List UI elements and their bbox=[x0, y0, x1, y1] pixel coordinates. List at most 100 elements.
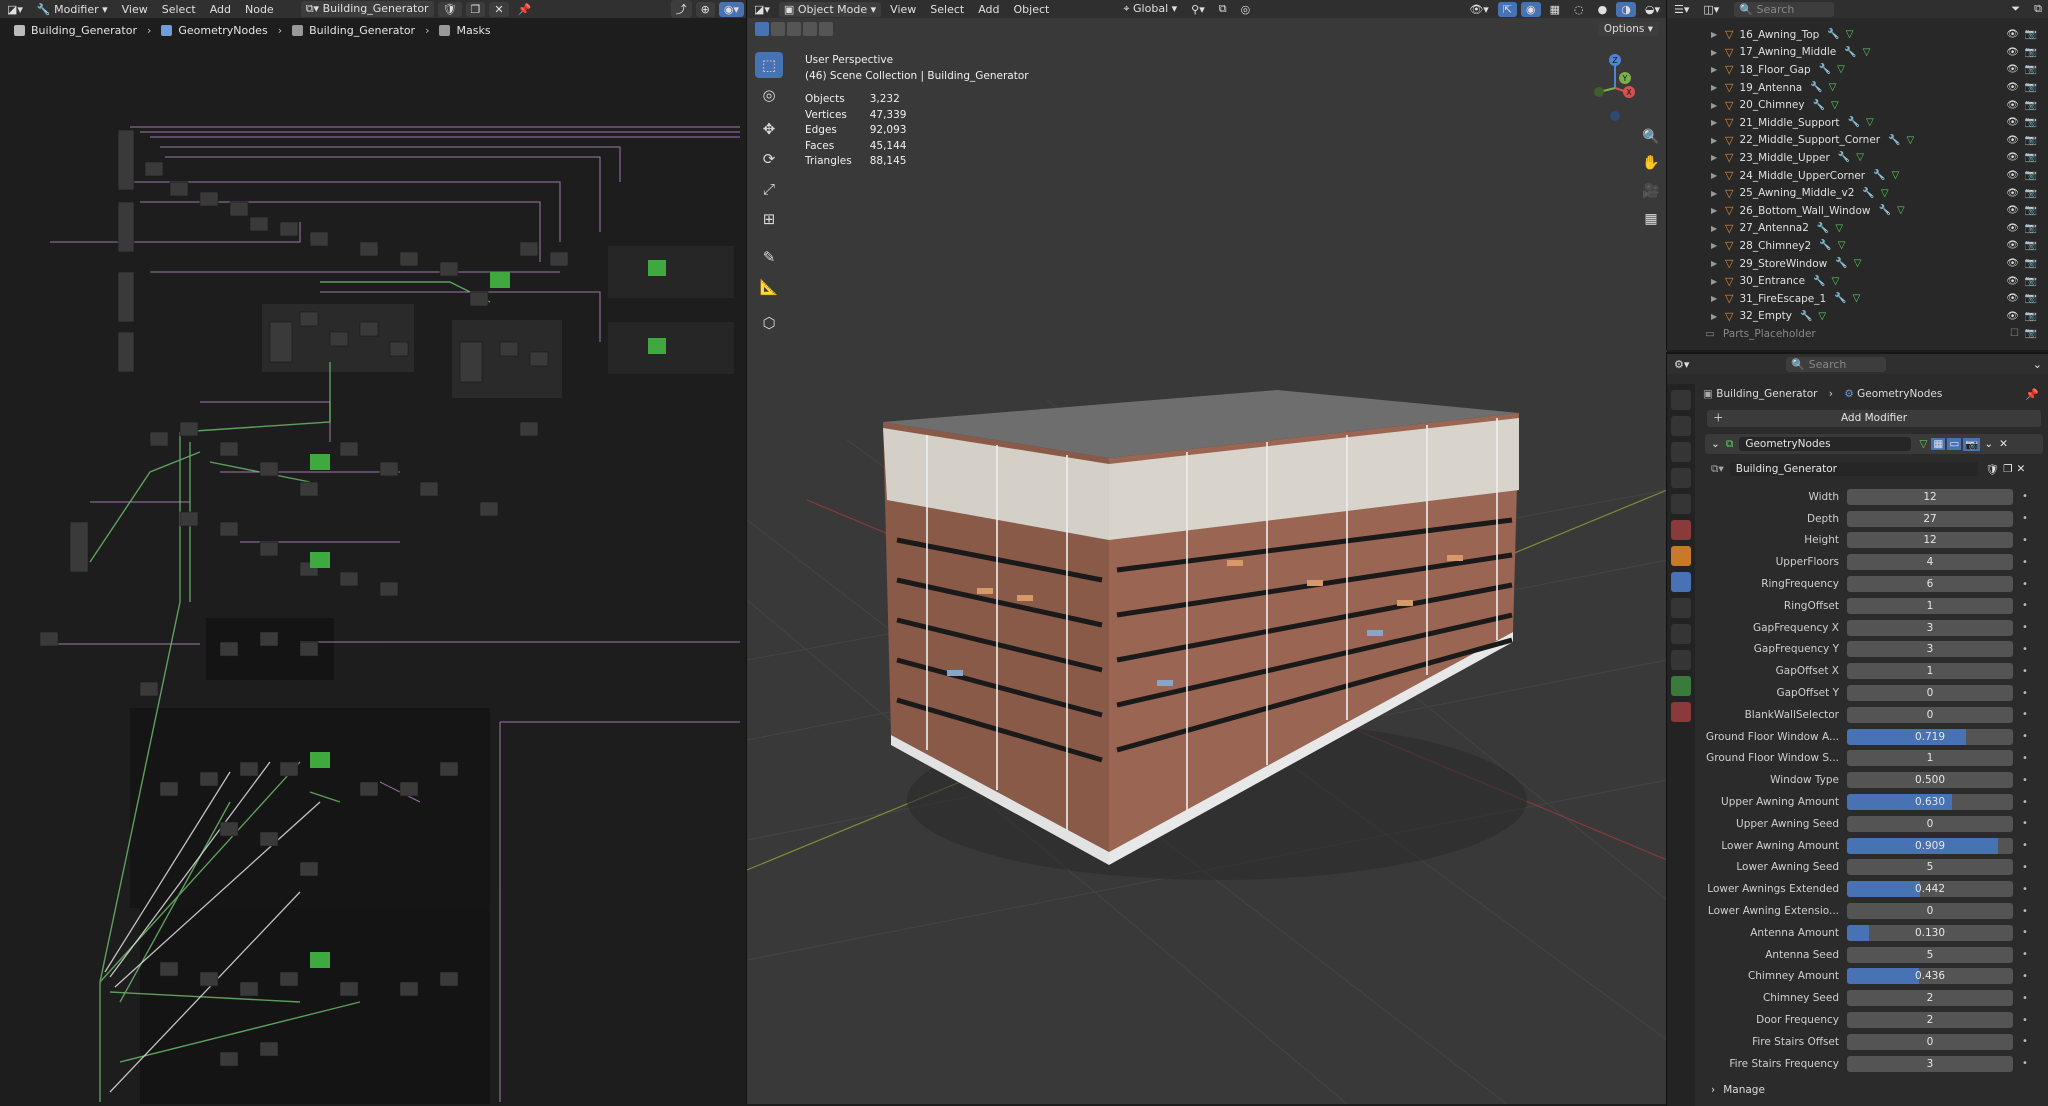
select-extend-icon[interactable] bbox=[771, 22, 785, 36]
outliner-item[interactable]: ▶ ▽ 28_Chimney2 🔧 ▽ 👁 📷 bbox=[1667, 237, 2048, 255]
pin-icon[interactable]: 📌 bbox=[511, 3, 539, 16]
outliner-item[interactable]: ▶ ▽ 29_StoreWindow 🔧 ▽ 👁 📷 bbox=[1667, 255, 2048, 273]
visibility-eye-icon[interactable]: 👁 bbox=[2006, 100, 2019, 111]
modifier-icon[interactable]: 🔧 bbox=[1873, 170, 1885, 181]
visibility-eye-icon[interactable]: 👁 bbox=[2006, 258, 2019, 269]
menu-add[interactable]: Add bbox=[203, 3, 238, 16]
property-value-field[interactable]: 27 bbox=[1847, 510, 2013, 527]
outliner-item[interactable]: ▶ ▽ 24_Middle_UpperCorner 🔧 ▽ 👁 📷 bbox=[1667, 167, 2048, 185]
tool-tab-icon[interactable] bbox=[1671, 390, 1691, 410]
keyframe-dot-icon[interactable]: • bbox=[2017, 1058, 2033, 1069]
modifier-tab-icon[interactable] bbox=[1671, 572, 1691, 592]
properties-search[interactable]: 🔍 Search bbox=[1786, 356, 1887, 372]
scene-canvas[interactable] bbox=[747, 40, 1667, 1104]
modifier-icon[interactable]: 🔧 bbox=[1848, 117, 1860, 128]
render-camera-icon[interactable]: 📷 bbox=[2025, 276, 2037, 287]
property-value-field[interactable]: 5 bbox=[1847, 859, 2013, 876]
render-camera-icon[interactable]: 📷 bbox=[2025, 170, 2037, 181]
property-value-field[interactable]: 6 bbox=[1847, 576, 2013, 593]
keyframe-dot-icon[interactable]: • bbox=[2017, 688, 2033, 699]
add-modifier-button[interactable]: ＋ Add Modifier bbox=[1707, 410, 2041, 427]
xray-toggle[interactable]: ▦ bbox=[1543, 3, 1567, 16]
node-group-selector[interactable]: ⧉▾ Building_Generator 🛡 ❐ ✕ bbox=[1711, 460, 2041, 478]
render-camera-icon[interactable]: 📷 bbox=[2025, 328, 2037, 339]
render-camera-icon[interactable]: 📷 bbox=[2025, 47, 2037, 58]
parent-node-tree-button[interactable]: ⤴ bbox=[670, 0, 692, 18]
property-value-field[interactable]: 5 bbox=[1847, 946, 2013, 963]
modifier-icon[interactable]: 🔧 bbox=[1819, 240, 1831, 251]
fake-user-icon[interactable]: 🛡 bbox=[1986, 463, 1999, 476]
cage-toggle-icon[interactable]: ▦ bbox=[1931, 438, 1946, 450]
modifier-name-field[interactable]: GeometryNodes bbox=[1739, 437, 1912, 451]
modifier-icon[interactable]: 🔧 bbox=[1835, 258, 1847, 269]
mesh-data-icon[interactable]: ▽ bbox=[1837, 64, 1845, 75]
shading-rendered-icon[interactable]: ◒▾ bbox=[1638, 3, 1667, 16]
pan-hand-icon[interactable]: ✋ bbox=[1640, 152, 1662, 174]
new-collection-icon[interactable]: ⧉ bbox=[2027, 2, 2048, 16]
visibility-dropdown[interactable]: 👁▾ bbox=[1462, 3, 1496, 16]
visibility-eye-icon[interactable]: 👁 bbox=[2006, 29, 2019, 40]
property-value-field[interactable]: 0 bbox=[1847, 903, 2013, 920]
snap-toggle[interactable]: ⧉ bbox=[1212, 2, 1234, 16]
annotate-tool[interactable]: ✎ bbox=[755, 244, 783, 270]
render-camera-icon[interactable]: 📷 bbox=[2025, 100, 2037, 111]
render-camera-icon[interactable]: 📷 bbox=[2025, 240, 2037, 251]
constraints-tab-icon[interactable] bbox=[1671, 650, 1691, 670]
mode-dropdown[interactable]: ▣ Object Mode ▾ bbox=[778, 1, 882, 17]
expand-chevron-icon[interactable]: ▶ bbox=[1711, 136, 1725, 145]
visibility-eye-icon[interactable]: 👁 bbox=[2006, 47, 2019, 58]
outliner-item[interactable]: ▶ ▽ 32_Empty 🔧 ▽ 👁 📷 bbox=[1667, 308, 2048, 326]
mesh-data-icon[interactable]: ▽ bbox=[1856, 152, 1864, 163]
expand-chevron-icon[interactable]: ▶ bbox=[1711, 312, 1725, 321]
keyframe-dot-icon[interactable]: • bbox=[2017, 993, 2033, 1004]
keyframe-dot-icon[interactable]: • bbox=[2017, 818, 2033, 829]
options-button[interactable]: Options ▾ bbox=[1597, 22, 1659, 36]
visibility-eye-icon[interactable]: 👁 bbox=[2006, 223, 2019, 234]
outliner-item[interactable]: ▶ ▽ 30_Entrance 🔧 ▽ 👁 📷 bbox=[1667, 272, 2048, 290]
keyframe-dot-icon[interactable]: • bbox=[2017, 797, 2033, 808]
menu-select[interactable]: Select bbox=[923, 3, 971, 16]
modifier-icon[interactable]: 🔧 bbox=[1800, 311, 1812, 322]
render-camera-icon[interactable]: 📷 bbox=[2025, 223, 2037, 234]
keyframe-dot-icon[interactable]: • bbox=[2017, 840, 2033, 851]
property-value-field[interactable]: 1 bbox=[1847, 663, 2013, 680]
outliner-item[interactable]: ▶ ▽ 31_FireEscape_1 🔧 ▽ 👁 📷 bbox=[1667, 290, 2048, 308]
visibility-eye-icon[interactable]: 👁 bbox=[2006, 170, 2019, 181]
breadcrumb-group[interactable]: Masks bbox=[456, 24, 490, 37]
property-value-field[interactable]: 0 bbox=[1847, 685, 2013, 702]
pivot-dropdown[interactable]: ⚲▾ bbox=[1184, 3, 1212, 16]
mesh-data-icon[interactable]: ▽ bbox=[1829, 82, 1837, 93]
modifier-panel-header[interactable]: ⌄ ⧉ GeometryNodes ▽ ▦ ▭ 📷 ⌄ ✕ bbox=[1705, 434, 2043, 454]
zoom-icon[interactable]: 🔍 bbox=[1640, 126, 1662, 148]
node-graph[interactable] bbox=[0, 42, 746, 1104]
node-frame[interactable] bbox=[608, 322, 734, 374]
keyframe-dot-icon[interactable]: • bbox=[2017, 775, 2033, 786]
property-value-field[interactable]: 0.500 bbox=[1847, 772, 2013, 789]
select-new-icon[interactable] bbox=[755, 22, 769, 36]
property-value-field[interactable]: 2 bbox=[1847, 990, 2013, 1007]
keyframe-dot-icon[interactable]: • bbox=[2017, 491, 2033, 502]
select-invert-icon[interactable] bbox=[803, 22, 817, 36]
modifier-icon[interactable]: 🔧 bbox=[1819, 64, 1831, 75]
select-mode-buttons[interactable] bbox=[755, 22, 833, 36]
select-subtract-icon[interactable] bbox=[787, 22, 801, 36]
proportional-edit-toggle[interactable]: ◎ bbox=[1234, 3, 1258, 16]
property-value-field[interactable]: 12 bbox=[1847, 488, 2013, 505]
property-value-field[interactable]: 12 bbox=[1847, 532, 2013, 549]
property-value-field[interactable]: 4 bbox=[1847, 554, 2013, 571]
render-camera-icon[interactable]: 📷 bbox=[2025, 135, 2037, 146]
breadcrumb-object[interactable]: Building_Generator bbox=[31, 24, 137, 37]
particles-tab-icon[interactable] bbox=[1671, 598, 1691, 618]
keyframe-dot-icon[interactable]: • bbox=[2017, 1015, 2033, 1026]
mesh-data-icon[interactable]: ▽ bbox=[1835, 223, 1843, 234]
remove-modifier-icon[interactable]: ✕ bbox=[1999, 438, 2008, 450]
expand-chevron-icon[interactable]: ▶ bbox=[1711, 189, 1725, 198]
visibility-eye-icon[interactable]: 👁 bbox=[2006, 311, 2019, 322]
property-value-field[interactable]: 1 bbox=[1847, 597, 2013, 614]
object-tab-icon[interactable] bbox=[1671, 546, 1691, 566]
menu-view[interactable]: View bbox=[883, 3, 923, 16]
add-cube-tool[interactable]: ⬡ bbox=[755, 310, 783, 336]
keyframe-dot-icon[interactable]: • bbox=[2017, 709, 2033, 720]
property-value-field[interactable]: 3 bbox=[1847, 641, 2013, 658]
node-frame[interactable] bbox=[608, 246, 734, 298]
